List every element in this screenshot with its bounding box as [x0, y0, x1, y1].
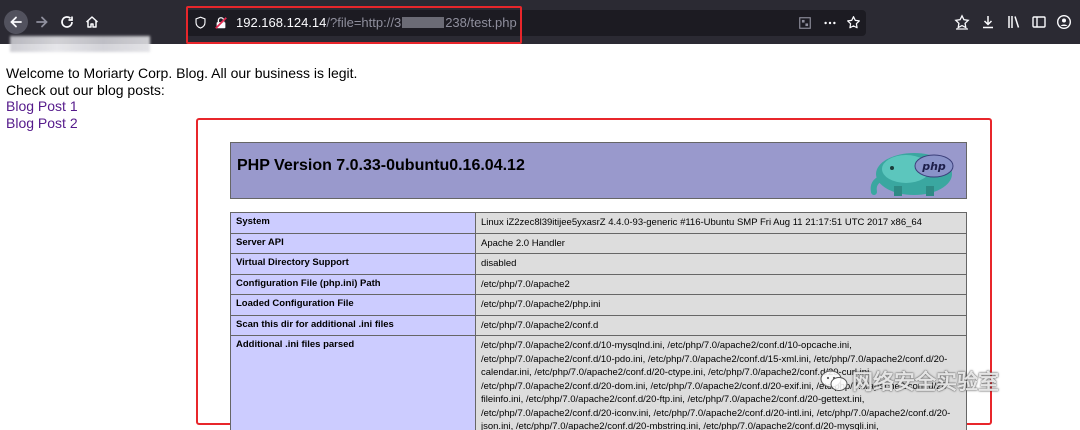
forward-button[interactable] — [31, 11, 53, 33]
sidebar-button[interactable] — [1028, 11, 1050, 33]
phpinfo-header: PHP Version 7.0.33-0ubuntu0.16.04.12 php — [230, 142, 967, 199]
reload-icon — [61, 16, 73, 28]
account-button[interactable] — [1053, 11, 1075, 33]
welcome-text: Welcome to Moriarty Corp. Blog. All our … — [6, 65, 358, 81]
watermark-text: 网络安全实验室 — [852, 371, 999, 394]
row-key: Virtual Directory Support — [230, 253, 476, 275]
more-actions-icon[interactable] — [823, 16, 837, 30]
wechat-icon — [820, 370, 848, 391]
row-key: System — [230, 212, 476, 234]
library-button[interactable] — [1003, 11, 1025, 33]
row-value: /etc/php/7.0/apache2/conf.d — [475, 314, 967, 336]
row-key: Server API — [230, 232, 476, 254]
php-elephant-logo: php — [870, 153, 954, 196]
php-logo-text: php — [921, 160, 946, 173]
library-icon — [1008, 16, 1020, 28]
row-key: Scan this dir for additional .ini files — [230, 314, 476, 336]
php-version-title: PHP Version 7.0.33-0ubuntu0.16.04.12 — [237, 157, 525, 174]
reload-button[interactable] — [56, 11, 78, 33]
check-out-text: Check out our blog posts: — [6, 81, 165, 98]
row-value: /etc/php/7.0/apache2/php.ini — [475, 294, 967, 316]
row-value: Linux iZ2zec8l39itijee5yxasrZ 4.4.0-93-g… — [475, 212, 967, 234]
sidebar-icon — [1032, 16, 1046, 28]
browser-toolbar: 192.168.124.14/?file=http://3 238/test.ph… — [0, 0, 1080, 44]
back-button[interactable] — [4, 10, 28, 34]
blurred-region — [10, 36, 150, 52]
bookmark-star-icon[interactable] — [846, 15, 861, 30]
arrow-left-icon — [10, 16, 22, 28]
starred-button[interactable] — [951, 11, 973, 33]
row-key: Configuration File (php.ini) Path — [230, 273, 476, 295]
account-icon — [1056, 14, 1072, 30]
table-row: Configuration File (php.ini) Path /etc/p… — [230, 273, 967, 295]
download-icon — [983, 16, 993, 29]
row-key: Loaded Configuration File — [230, 294, 476, 316]
table-row: System Linux iZ2zec8l39itijee5yxasrZ 4.4… — [230, 212, 967, 234]
url-highlight-box — [186, 6, 522, 44]
arrow-right-icon — [36, 16, 48, 28]
table-row: Server API Apache 2.0 Handler — [230, 232, 967, 254]
row-key: Additional .ini files parsed — [230, 335, 476, 430]
downloads-button[interactable] — [977, 11, 999, 33]
row-value: disabled — [475, 253, 967, 275]
row-value: Apache 2.0 Handler — [475, 232, 967, 254]
star-list-icon — [954, 14, 970, 30]
blog-post-1-link[interactable]: Blog Post 1 — [6, 98, 357, 115]
reader-view-icon[interactable] — [798, 16, 812, 30]
home-icon — [85, 16, 99, 28]
row-value: /etc/php/7.0/apache2 — [475, 273, 967, 295]
home-button[interactable] — [81, 11, 103, 33]
table-row: Loaded Configuration File /etc/php/7.0/a… — [230, 294, 967, 316]
table-row: Virtual Directory Support disabled — [230, 253, 967, 275]
watermark: 网络安全实验室 — [820, 366, 999, 396]
table-row: Scan this dir for additional .ini files … — [230, 314, 967, 336]
phpinfo-table: System Linux iZ2zec8l39itijee5yxasrZ 4.4… — [230, 212, 967, 430]
